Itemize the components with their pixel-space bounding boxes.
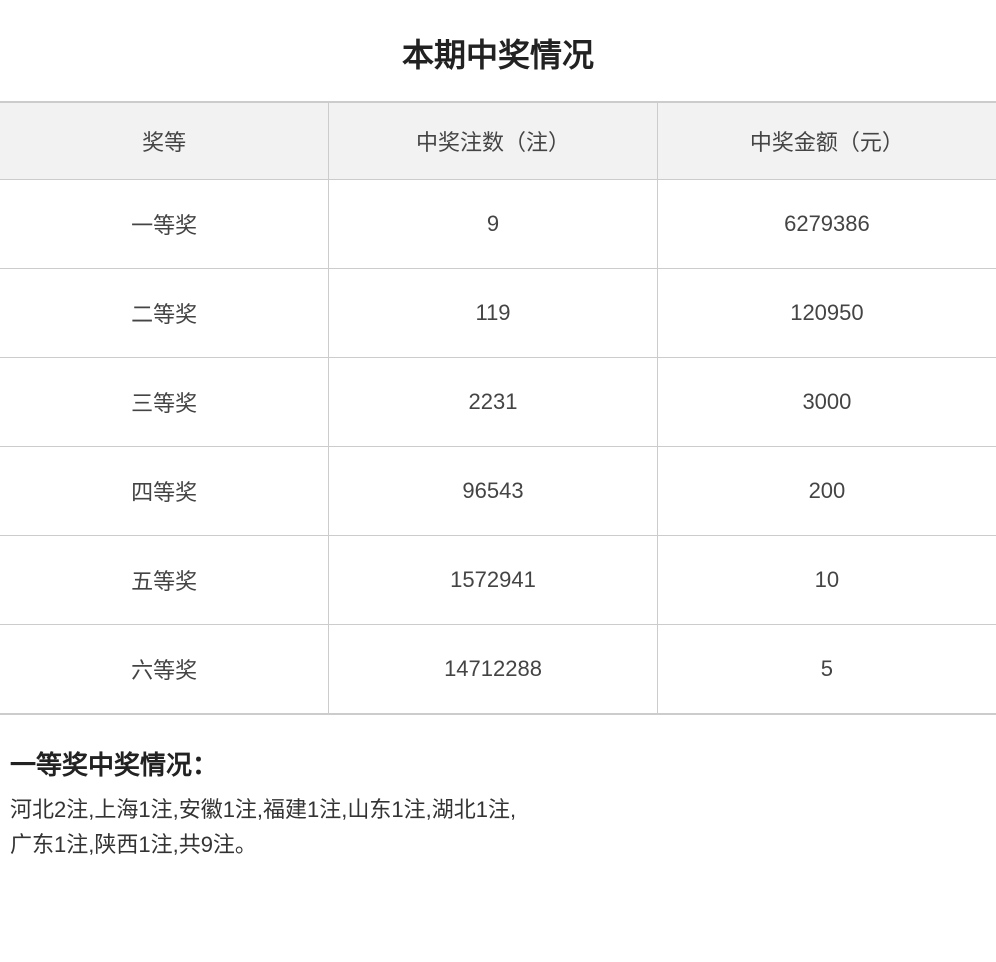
cell-level: 六等奖 bbox=[0, 625, 329, 714]
table-wrapper: 奖等 中奖注数（注） 中奖金额（元） 一等奖96279386二等奖1191209… bbox=[0, 101, 996, 715]
table-row: 一等奖96279386 bbox=[0, 180, 996, 269]
cell-count: 119 bbox=[329, 269, 658, 358]
cell-count: 9 bbox=[329, 180, 658, 269]
cell-amount: 120950 bbox=[657, 269, 996, 358]
cell-level: 三等奖 bbox=[0, 358, 329, 447]
cell-count: 96543 bbox=[329, 447, 658, 536]
cell-amount: 10 bbox=[657, 536, 996, 625]
table-row: 六等奖147122885 bbox=[0, 625, 996, 714]
prize-table: 奖等 中奖注数（注） 中奖金额（元） 一等奖96279386二等奖1191209… bbox=[0, 103, 996, 713]
cell-amount: 200 bbox=[657, 447, 996, 536]
prize-info-detail: 河北2注,上海1注,安徽1注,福建1注,山东1注,湖北1注,广东1注,陕西1注,… bbox=[10, 792, 986, 862]
cell-count: 14712288 bbox=[329, 625, 658, 714]
cell-level: 一等奖 bbox=[0, 180, 329, 269]
page-container: 本期中奖情况 奖等 中奖注数（注） 中奖金额（元） 一等奖96279386二等奖… bbox=[0, 0, 996, 882]
cell-amount: 6279386 bbox=[657, 180, 996, 269]
table-row: 二等奖119120950 bbox=[0, 269, 996, 358]
prize-info-title: 一等奖中奖情况： bbox=[10, 745, 986, 782]
table-row: 五等奖157294110 bbox=[0, 536, 996, 625]
cell-level: 四等奖 bbox=[0, 447, 329, 536]
header-count: 中奖注数（注） bbox=[329, 103, 658, 180]
table-row: 三等奖22313000 bbox=[0, 358, 996, 447]
cell-level: 二等奖 bbox=[0, 269, 329, 358]
cell-amount: 5 bbox=[657, 625, 996, 714]
cell-count: 1572941 bbox=[329, 536, 658, 625]
cell-level: 五等奖 bbox=[0, 536, 329, 625]
table-header-row: 奖等 中奖注数（注） 中奖金额（元） bbox=[0, 103, 996, 180]
header-level: 奖等 bbox=[0, 103, 329, 180]
page-title: 本期中奖情况 bbox=[0, 0, 996, 101]
cell-amount: 3000 bbox=[657, 358, 996, 447]
prize-info-section: 一等奖中奖情况： 河北2注,上海1注,安徽1注,福建1注,山东1注,湖北1注,广… bbox=[0, 715, 996, 882]
header-amount: 中奖金额（元） bbox=[657, 103, 996, 180]
cell-count: 2231 bbox=[329, 358, 658, 447]
table-row: 四等奖96543200 bbox=[0, 447, 996, 536]
